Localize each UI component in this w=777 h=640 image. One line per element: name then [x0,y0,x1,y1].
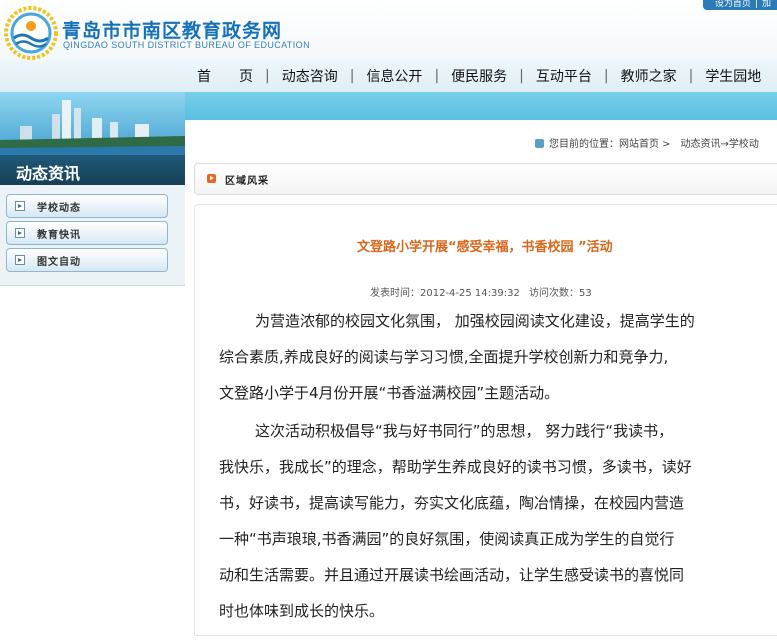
section-arrow-icon [207,174,216,183]
article-line: 我快乐，我成长”的理念，帮助学生养成良好的读书习惯，多读书，读好 [219,458,692,476]
publish-time: 发表时间：2012-4-25 14:39:32 [370,288,520,299]
nav-teachers[interactable]: 教师之家 [609,66,689,86]
sidebar-item-label: 学校动态 [37,203,81,214]
article-title: 文登路小学开展“感受幸福，书香校园 ”活动 [357,240,613,255]
top-links: 设为首页 | 加 [702,0,777,10]
nav-interaction[interactable]: 互动平台 [524,66,604,86]
nav-students[interactable]: 学生园地 [693,66,773,86]
sidebar-menu: 学校动态 教育快讯 图文自动 [0,185,185,286]
article-line: 书，好读书，提高读写能力，夯实文化底蕴，陶冶情操，在校园内营造 [219,494,685,512]
site-title: 青岛市市南区教育政务网 [62,20,283,42]
top-link-separator: | [754,0,758,9]
view-count: 访问次数：53 [529,288,592,299]
article-line: 一种“书声琅琅,书香满园”的良好氛围，使阅读真正成为学生的自觉行 [219,530,675,548]
city-banner-image [0,92,185,162]
nav-home[interactable]: 首 页 [185,66,265,86]
sidebar-item-picture-news[interactable]: 图文自动 [6,248,168,272]
sidebar-item-label: 教育快讯 [37,230,81,241]
sidebar-title: 动态资讯 [16,164,81,183]
article-line: 动和生活需要。并且通过开展读书绘画活动，让学生感受读书的喜悦同 [219,566,685,584]
nav-info-public[interactable]: 信息公开 [354,66,434,86]
sidebar-title-bar: 动态资讯 [0,155,185,185]
arrow-box-icon [15,201,25,211]
article-line: 综合素质,养成良好的阅读与学习习惯,全面提升学校创新力和竞争力, [219,348,669,366]
site-logo [4,6,58,60]
site-subtitle: QINGDAO SOUTH DISTRICT BUREAU OF EDUCATI… [63,40,310,50]
article-line: 为营造浓郁的校园文化氛围， 加强校园阅读文化建设，提高学生的 [255,312,695,330]
breadcrumb-text: 您目前的位置：网站首页 > 动态资讯→学校动 [549,139,759,150]
main-nav: 首 页 | 动态咨询 | 信息公开 | 便民服务 | 互动平台 | 教师之家 | 学生园地 [0,60,777,92]
header-decoration-band [185,92,777,120]
article-line: 文登路小学于4月份开展“书香溢满校园”主题活动。 [219,384,560,402]
nav-news[interactable]: 动态咨询 [270,66,350,86]
location-icon [535,139,544,148]
section-label: 区域风采 [225,176,269,187]
sidebar-item-label: 图文自动 [37,257,81,268]
arrow-box-icon [15,255,25,265]
set-homepage-link[interactable]: 设为首页 [715,0,751,9]
nav-services[interactable]: 便民服务 [439,66,519,86]
arrow-box-icon [15,228,25,238]
sidebar-item-edu-flash[interactable]: 教育快讯 [6,221,168,245]
article-meta: 发表时间：2012-4-25 14:39:32 访问次数：53 [370,284,598,299]
favorite-link[interactable]: 加 [762,0,771,9]
article-line: 时也体味到成长的快乐。 [219,602,385,620]
breadcrumb: 您目前的位置：网站首页 > 动态资讯→学校动 [535,135,759,150]
article-line: 这次活动积极倡导“我与好书同行”的思想， 努力践行“我读书， [255,422,674,440]
section-header: 区域风采 [194,163,777,195]
sidebar-item-school-news[interactable]: 学校动态 [6,194,168,218]
site-header: 青岛市市南区教育政务网 QINGDAO SOUTH DISTRICT BUREA… [0,0,777,60]
